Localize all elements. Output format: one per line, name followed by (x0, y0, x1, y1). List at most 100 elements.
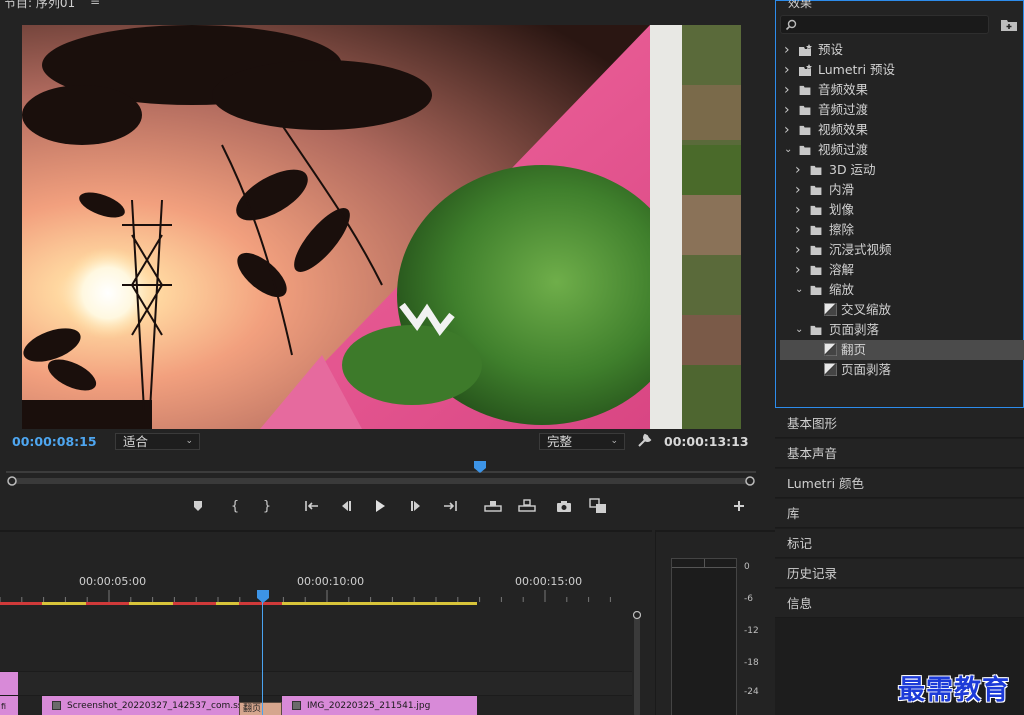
effects-tree-item[interactable]: › 音频过渡 (780, 100, 1024, 120)
effects-tree-item[interactable]: › 划像 (780, 200, 1024, 220)
chevron-right-icon[interactable]: › (795, 220, 801, 240)
transition-page-turn[interactable]: 翻页 (239, 702, 282, 715)
side-panel-tab[interactable]: 基本声音 (775, 439, 1024, 468)
track-v1[interactable]: fi Screenshot_20220327_142537_com.ss.a I… (0, 696, 632, 715)
chevron-down-icon[interactable]: ⌄ (795, 320, 803, 340)
chevron-right-icon[interactable]: › (784, 120, 790, 140)
monitor-playhead[interactable] (474, 461, 486, 473)
step-forward-button[interactable] (405, 496, 427, 516)
effects-tree-item[interactable]: › 擦除 (780, 220, 1024, 240)
chevron-right-icon[interactable]: › (795, 200, 801, 220)
db-label: 0 (744, 562, 750, 572)
mark-out-button[interactable]: } (256, 496, 278, 516)
zoom-fit-select[interactable]: 适合 ⌄ (115, 433, 200, 450)
effects-tree-item[interactable]: ⌄ 页面剥落 (780, 320, 1024, 340)
chevron-right-icon[interactable]: › (784, 100, 790, 120)
effects-tree-item[interactable]: › 内滑 (780, 180, 1024, 200)
effects-tree-label: 划像 (829, 202, 855, 217)
transition-effect-icon (824, 363, 837, 376)
effects-tree-item[interactable]: 交叉缩放 (780, 300, 1024, 320)
play-button[interactable] (369, 496, 391, 516)
camera-icon (557, 500, 571, 512)
chevron-right-icon[interactable]: › (795, 260, 801, 280)
effects-tree-label: 预设 (818, 42, 844, 57)
audio-meter-panel: 0 -6 -12 -18 -24 (655, 530, 775, 715)
effects-tree-item[interactable]: › 音频效果 (780, 80, 1024, 100)
side-panel-tab[interactable]: 基本图形 (775, 409, 1024, 438)
timeline-vertical-scrollbar[interactable] (633, 611, 641, 715)
chevron-down-icon: ⌄ (185, 436, 193, 446)
chevron-right-icon[interactable]: › (784, 40, 790, 60)
ruler-label: 00:00:15:00 (515, 575, 583, 588)
effects-tree-item[interactable]: › 沉浸式视频 (780, 240, 1024, 260)
extract-button[interactable] (516, 496, 538, 516)
go-to-in-icon (305, 501, 318, 511)
clip-image[interactable]: IMG_20220325_211541.jpg (282, 696, 477, 715)
transition-effect-icon (824, 343, 837, 356)
go-to-out-icon (444, 501, 457, 511)
add-marker-button[interactable] (187, 496, 209, 516)
add-button[interactable] (731, 498, 747, 514)
effects-tree-item[interactable]: › 溶解 (780, 260, 1024, 280)
effects-tree-label: 交叉缩放 (841, 302, 892, 317)
effects-tree-item[interactable]: › 预设 (780, 40, 1024, 60)
chevron-right-icon[interactable]: › (784, 80, 790, 100)
track-v2[interactable] (0, 671, 632, 696)
wrench-icon[interactable] (637, 432, 653, 448)
clip-screenshot[interactable]: Screenshot_20220327_142537_com.ss.a (42, 696, 239, 715)
effects-tree-item[interactable]: › 3D 运动 (780, 160, 1024, 180)
zoom-fit-label: 适合 (123, 434, 149, 449)
side-panel-tab[interactable]: 库 (775, 499, 1024, 528)
chevron-right-icon[interactable]: › (795, 180, 801, 200)
mark-in-button[interactable]: { (224, 496, 246, 516)
effects-tree-label: Lumetri 预设 (818, 62, 896, 77)
playback-quality-select[interactable]: 完整 ⌄ (539, 433, 625, 450)
play-icon (376, 500, 385, 512)
effects-tree-item[interactable]: ⌄ 视频过渡 (780, 140, 1024, 160)
step-back-button[interactable] (335, 496, 357, 516)
timeline-playhead[interactable] (257, 590, 269, 603)
go-to-in-button[interactable] (301, 496, 323, 516)
effects-tree-item[interactable]: ⌄ 缩放 (780, 280, 1024, 300)
chevron-down-icon[interactable]: ⌄ (784, 140, 792, 160)
video-preview (22, 25, 741, 429)
playhead-line (262, 602, 263, 715)
watermark: 最需教育 (898, 675, 1010, 706)
db-label: -12 (744, 626, 759, 636)
program-monitor: 节目: 序列01 ≡ 00:00:08:15 适合 ⌄ 完整 ⌄ 00:00:1… (0, 0, 768, 528)
timeline-panel: 00:00:05:00 00:00:10:00 00:00:15:00 fi S… (0, 530, 652, 715)
clip[interactable] (0, 672, 18, 695)
current-timecode[interactable]: 00:00:08:15 (12, 434, 97, 449)
go-to-out-button[interactable] (439, 496, 461, 516)
panel-menu-icon[interactable]: ≡ (90, 0, 100, 8)
monitor-zoom-scrollbar[interactable] (6, 475, 756, 487)
effects-search-input[interactable] (780, 15, 989, 34)
ruler-label: 00:00:10:00 (297, 575, 365, 588)
effects-tree-label: 视频过渡 (818, 142, 869, 157)
clip[interactable]: fi (0, 696, 18, 715)
comparison-view-icon (589, 498, 606, 513)
folder-icon (799, 105, 811, 115)
effects-tree-item[interactable]: › Lumetri 预设 (780, 60, 1024, 80)
lift-button[interactable] (482, 496, 504, 516)
comparison-view-button[interactable] (587, 496, 609, 516)
side-panel-tab[interactable]: 历史记录 (775, 559, 1024, 588)
export-frame-button[interactable] (553, 496, 575, 516)
monitor-time-ruler[interactable] (6, 460, 756, 474)
side-panel-tab[interactable]: 标记 (775, 529, 1024, 558)
chevron-down-icon[interactable]: ⌄ (795, 280, 803, 300)
chevron-right-icon[interactable]: › (784, 60, 790, 80)
side-panel-tab[interactable]: Lumetri 颜色 (775, 469, 1024, 498)
folder-icon (810, 205, 822, 215)
chevron-right-icon[interactable]: › (795, 240, 801, 260)
side-panel-tab[interactable]: 信息 (775, 589, 1024, 618)
effects-tree-item[interactable]: › 视频效果 (780, 120, 1024, 140)
lift-icon (484, 501, 502, 512)
effects-tree-item[interactable]: 翻页 (780, 340, 1024, 360)
clip-label: Screenshot_20220327_142537_com.ss.a (67, 701, 239, 711)
folder-icon (810, 245, 822, 255)
effects-tree-label: 视频效果 (818, 122, 869, 137)
new-custom-bin-icon[interactable] (1000, 17, 1018, 32)
chevron-right-icon[interactable]: › (795, 160, 801, 180)
effects-tree-item[interactable]: 页面剥落 (780, 360, 1024, 380)
